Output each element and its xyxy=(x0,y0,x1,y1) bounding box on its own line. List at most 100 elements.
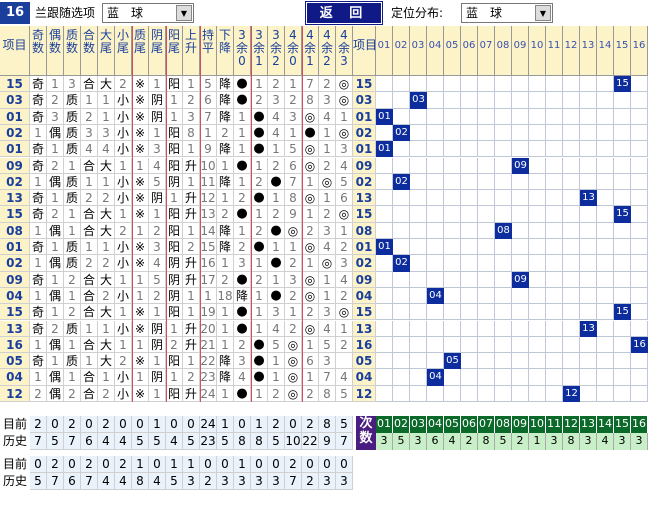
dist-cell xyxy=(444,369,461,386)
table-cell: 质 xyxy=(64,108,81,125)
table-cell: 1 xyxy=(30,222,47,239)
table-cell: 1 xyxy=(47,271,64,288)
table-cell: 19 xyxy=(200,304,217,321)
dist-header-03: 03 xyxy=(410,26,427,76)
dist-cell xyxy=(512,206,529,223)
table-cell: 3 xyxy=(81,124,98,142)
row-item: 02 xyxy=(0,124,30,142)
dist-cell xyxy=(461,173,478,191)
table-cell: 阳 xyxy=(166,76,183,93)
dist-header-05: 05 xyxy=(444,26,461,76)
dist-cell xyxy=(427,320,444,337)
row-item: 02 xyxy=(0,255,30,272)
dist-cell xyxy=(478,336,495,354)
dist-cell xyxy=(512,108,529,125)
dist-cell xyxy=(597,222,614,239)
dist-cell xyxy=(546,271,563,288)
dist-select[interactable]: 蓝 球 ▼ xyxy=(461,3,553,23)
dist-cell xyxy=(529,239,546,256)
chevron-down-icon[interactable]: ▼ xyxy=(535,5,551,21)
table-cell: 20 xyxy=(200,320,217,337)
dist-cell xyxy=(444,271,461,288)
ball-marker: 08 xyxy=(495,222,512,239)
table-cell: 合 xyxy=(81,287,98,305)
cur2-cell: 1 xyxy=(183,456,200,473)
table-cell: 降 xyxy=(217,108,234,125)
table-cell: 奇 xyxy=(30,271,47,288)
chevron-down-icon[interactable]: ▼ xyxy=(176,5,192,21)
dist-cell xyxy=(631,320,648,337)
hist-cell: 4 xyxy=(115,433,132,450)
dist-header-04: 04 xyxy=(427,26,444,76)
table-cell: 升 xyxy=(183,320,200,337)
dist-header-08: 08 xyxy=(495,26,512,76)
row-item: 04 xyxy=(0,287,30,305)
table-cell: 2 xyxy=(285,255,302,272)
table-cell: 1 xyxy=(319,141,336,158)
cur-cell: 2 xyxy=(30,416,47,433)
header-18: 4余2 xyxy=(319,26,336,76)
table-cell: ● xyxy=(234,304,251,321)
dist-cell xyxy=(546,222,563,239)
table-cell: 1 xyxy=(132,271,149,288)
dist-cell xyxy=(580,336,597,354)
dist-cell xyxy=(495,76,512,93)
table-cell: 1 xyxy=(47,76,64,93)
dist-cell xyxy=(597,336,614,354)
table-cell: ◎ xyxy=(302,157,319,174)
table-cell: 3 xyxy=(336,141,353,158)
dist-cell xyxy=(563,222,580,239)
dist-cell xyxy=(546,108,563,125)
table-cell: 2 xyxy=(81,255,98,272)
table-cell: 14 xyxy=(200,222,217,239)
table-cell: 阴 xyxy=(166,271,183,288)
dist-cell xyxy=(376,385,393,402)
cur-cell: 0 xyxy=(285,416,302,433)
table-cell: 2 xyxy=(285,320,302,337)
dist-header-12: 12 xyxy=(563,26,580,76)
dist-cell xyxy=(614,336,631,354)
dist-cell xyxy=(376,287,393,305)
cur-cell: 2 xyxy=(64,416,81,433)
table-cell: 3 xyxy=(183,108,200,125)
ball-marker: 01 xyxy=(376,108,393,125)
table-cell: 2 xyxy=(217,124,234,142)
table-cell: 3 xyxy=(319,353,336,370)
dist-cell xyxy=(478,108,495,125)
hist2-label: 历史 xyxy=(0,473,30,490)
hist-cell: 5 xyxy=(47,433,64,450)
table-cell: 18 xyxy=(217,287,234,305)
table-cell: 1 xyxy=(183,222,200,239)
dist-cell xyxy=(529,304,546,321)
dist-cell xyxy=(546,76,563,93)
dist-cell xyxy=(563,141,580,158)
cur2-label: 目前 xyxy=(0,456,30,473)
follow-select[interactable]: 蓝 球 ▼ xyxy=(102,3,194,23)
header-13: 3余0 xyxy=(234,26,251,76)
dist-cell xyxy=(529,385,546,402)
table-cell: 1 xyxy=(251,206,268,223)
dist-cell xyxy=(427,157,444,174)
table-cell: 3 xyxy=(319,304,336,321)
table-cell: 偶 xyxy=(47,287,64,305)
dist-cell xyxy=(631,255,648,272)
count-number: 11 xyxy=(546,416,563,433)
dist-cell xyxy=(410,108,427,125)
cur2-cell: 0 xyxy=(200,456,217,473)
count-value: 4 xyxy=(444,433,461,450)
table-cell: 质 xyxy=(64,255,81,272)
dist-cell xyxy=(410,369,427,386)
table-cell: 小 xyxy=(115,385,132,402)
table-cell: 1 xyxy=(115,336,132,354)
back-button[interactable]: 返 回 xyxy=(305,1,383,25)
table-cell: 7 xyxy=(319,369,336,386)
dist-cell xyxy=(580,304,597,321)
table-cell: 1 xyxy=(285,304,302,321)
table-cell: 质 xyxy=(64,320,81,337)
table-cell: 1 xyxy=(268,271,285,288)
table-cell: 大 xyxy=(98,304,115,321)
dist-cell xyxy=(410,304,427,321)
dist-cell xyxy=(614,320,631,337)
dist-cell xyxy=(631,222,648,239)
ball-marker: 01 xyxy=(376,239,393,256)
